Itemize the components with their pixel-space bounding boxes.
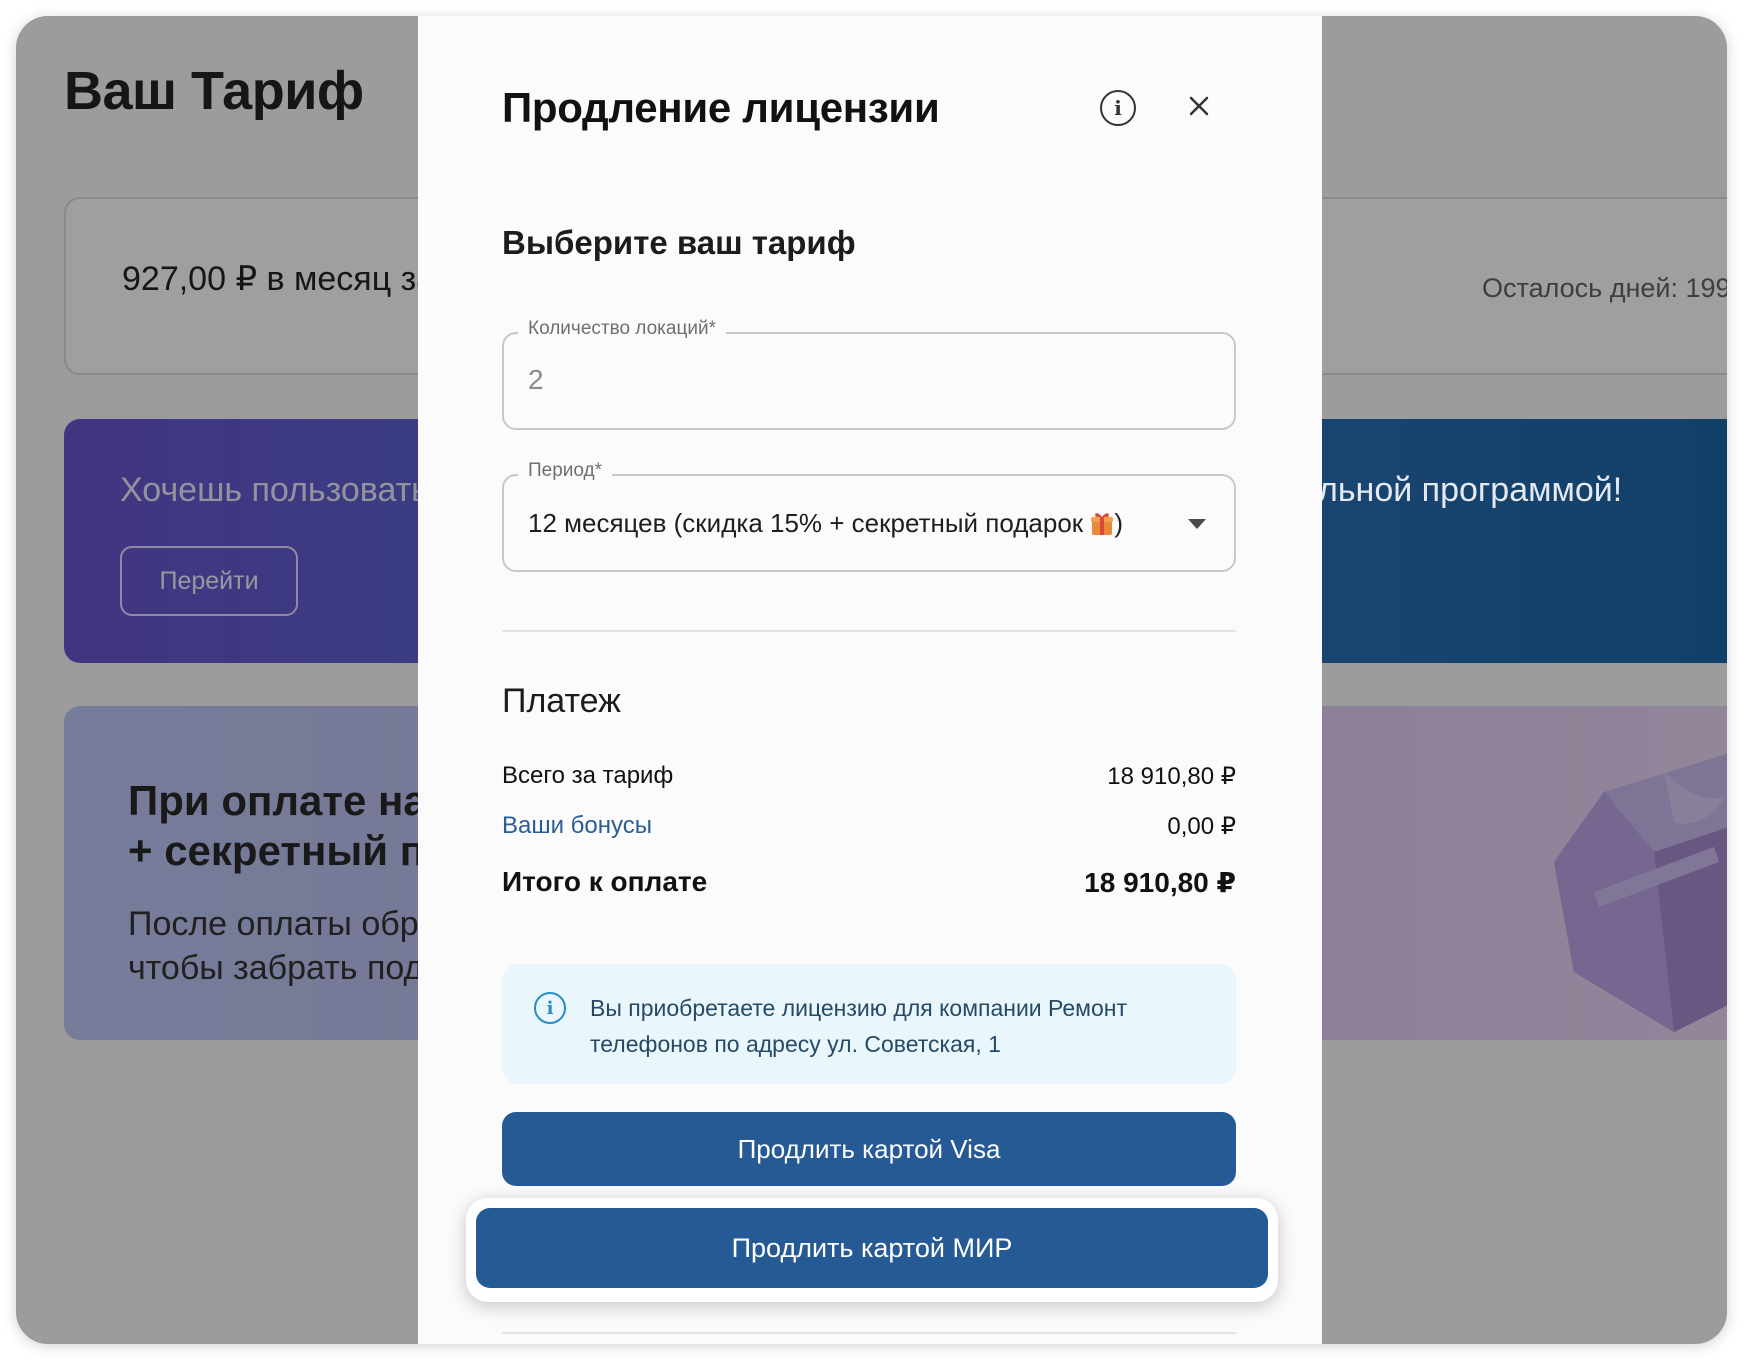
locations-count-field[interactable]: Количество локаций* 2 bbox=[502, 318, 1236, 430]
renew-mir-button-highlight: Продлить картой МИР bbox=[466, 1198, 1278, 1302]
bonus-row: Ваши бонусы 0,00 ₽ bbox=[502, 812, 1236, 841]
gift-icon bbox=[1091, 513, 1114, 535]
payment-title: Платеж bbox=[502, 682, 621, 720]
locations-count-value: 2 bbox=[528, 364, 544, 395]
period-value-text: 12 месяцев (скидка 15% + секретный подар… bbox=[528, 508, 1091, 538]
info-icon: i bbox=[534, 992, 566, 1024]
license-notice: i Вы приобретаете лицензию для компании … bbox=[502, 964, 1236, 1084]
close-icon[interactable] bbox=[1184, 91, 1214, 121]
tariff-section-title: Выберите ваш тариф bbox=[502, 224, 856, 261]
period-value-end: ) bbox=[1114, 508, 1124, 538]
divider-bottom bbox=[502, 1332, 1236, 1334]
final-value: 18 910,80 ₽ bbox=[1084, 867, 1236, 898]
period-value: 12 месяцев (скидка 15% + секретный подар… bbox=[528, 508, 1123, 539]
bonus-value: 0,00 ₽ bbox=[1167, 813, 1236, 840]
renew-mir-button[interactable]: Продлить картой МИР bbox=[476, 1208, 1268, 1288]
period-select[interactable]: Период* 12 месяцев (скидка 15% + секретн… bbox=[502, 460, 1236, 572]
final-row: Итого к оплате 18 910,80 ₽ bbox=[502, 866, 1236, 899]
total-row: Всего за тариф 18 910,80 ₽ bbox=[502, 762, 1236, 791]
app-window: Ваш Тариф 927,00 ₽ в месяц за Хочешь пол… bbox=[16, 16, 1727, 1344]
total-value: 18 910,80 ₽ bbox=[1107, 763, 1236, 790]
locations-count-label: Количество локаций* bbox=[518, 318, 726, 340]
period-label: Период* bbox=[518, 460, 613, 482]
chevron-down-icon[interactable] bbox=[1188, 519, 1206, 529]
modal-title: Продление лицензии bbox=[502, 84, 940, 131]
final-label: Итого к оплате bbox=[502, 866, 708, 897]
bonus-link[interactable]: Ваши бонусы bbox=[502, 812, 652, 841]
divider bbox=[502, 630, 1236, 632]
info-icon[interactable]: i bbox=[1100, 90, 1136, 126]
renew-visa-button[interactable]: Продлить картой Visa bbox=[502, 1112, 1236, 1186]
notice-text: Вы приобретаете лицензию для компании Ре… bbox=[590, 995, 1128, 1057]
renew-license-modal: Продление лицензии i Выберите ваш тариф … bbox=[418, 16, 1322, 1344]
promo-text-right: льной программой! bbox=[1318, 471, 1623, 509]
total-label: Всего за тариф bbox=[502, 762, 674, 789]
